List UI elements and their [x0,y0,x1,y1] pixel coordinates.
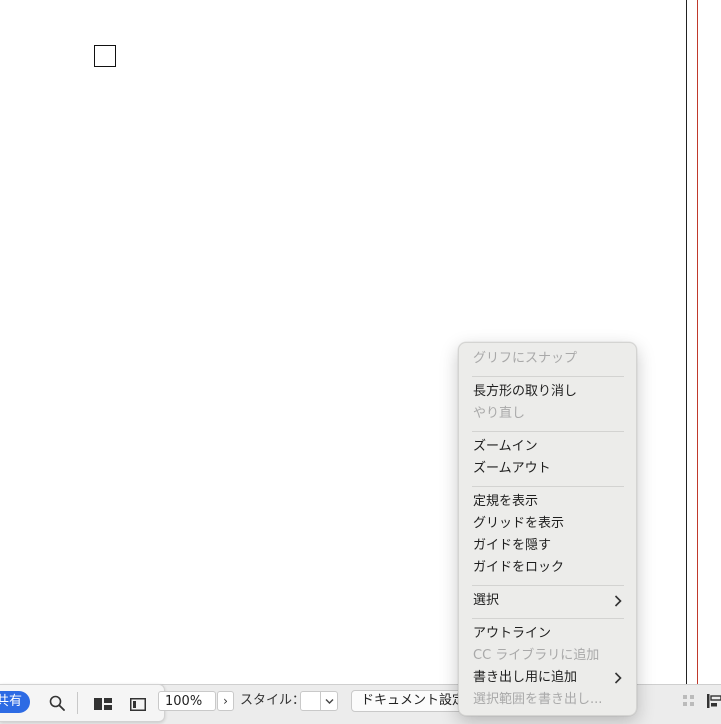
bleed-guide [697,0,698,723]
panel-icon[interactable] [130,698,146,711]
menu-item-undo-rectangle[interactable]: 長方形の取り消し [459,381,636,403]
menu-item-lock-guides[interactable]: ガイドをロック [459,557,636,579]
menu-item-redo[interactable]: やり直し [459,403,636,425]
menu-item-add-for-export[interactable]: 書き出し用に追加 [459,667,636,689]
layout-icon[interactable] [94,698,112,710]
search-icon[interactable] [49,695,65,711]
menu-item-add-to-cc-library[interactable]: CC ライブラリに追加 [459,645,636,667]
grid-icon[interactable] [683,695,695,707]
menu-item-snap-to-glyph[interactable]: グリフにスナップ [459,348,636,370]
menu-separator [472,618,624,619]
toolbar-separator [77,692,78,714]
share-button[interactable]: 共有 [0,691,30,713]
menu-item-zoom-in[interactable]: ズームイン [459,436,636,458]
menu-separator [472,486,624,487]
zoom-stepper-button[interactable]: › [217,691,234,711]
menu-item-zoom-out[interactable]: ズームアウト [459,458,636,480]
menu-item-export-selection[interactable]: 選択範囲を書き出し... [459,689,636,711]
document-settings-button[interactable]: ドキュメント設定 [351,690,471,712]
context-menu: グリフにスナップ 長方形の取り消し やり直し ズームイン ズームアウト 定規を表… [458,342,637,716]
align-icon[interactable] [707,694,721,708]
chevron-right-icon [614,672,622,684]
menu-item-show-grid[interactable]: グリッドを表示 [459,513,636,535]
chevron-right-icon [614,595,622,607]
artboard-edge-guide [686,0,687,723]
menu-item-outline[interactable]: アウトライン [459,623,636,645]
menu-item-show-rulers[interactable]: 定規を表示 [459,491,636,513]
rectangle-shape[interactable] [94,45,116,67]
menu-item-select[interactable]: 選択 [459,590,636,612]
menu-separator [472,376,624,377]
style-dropdown-button[interactable] [320,691,338,711]
style-select[interactable] [300,691,321,711]
zoom-input[interactable]: 100% [158,691,216,711]
chevron-down-icon [325,699,334,704]
menu-separator [472,585,624,586]
style-label: スタイル： [240,693,306,708]
menu-separator [472,431,624,432]
menu-item-hide-guides[interactable]: ガイドを隠す [459,535,636,557]
